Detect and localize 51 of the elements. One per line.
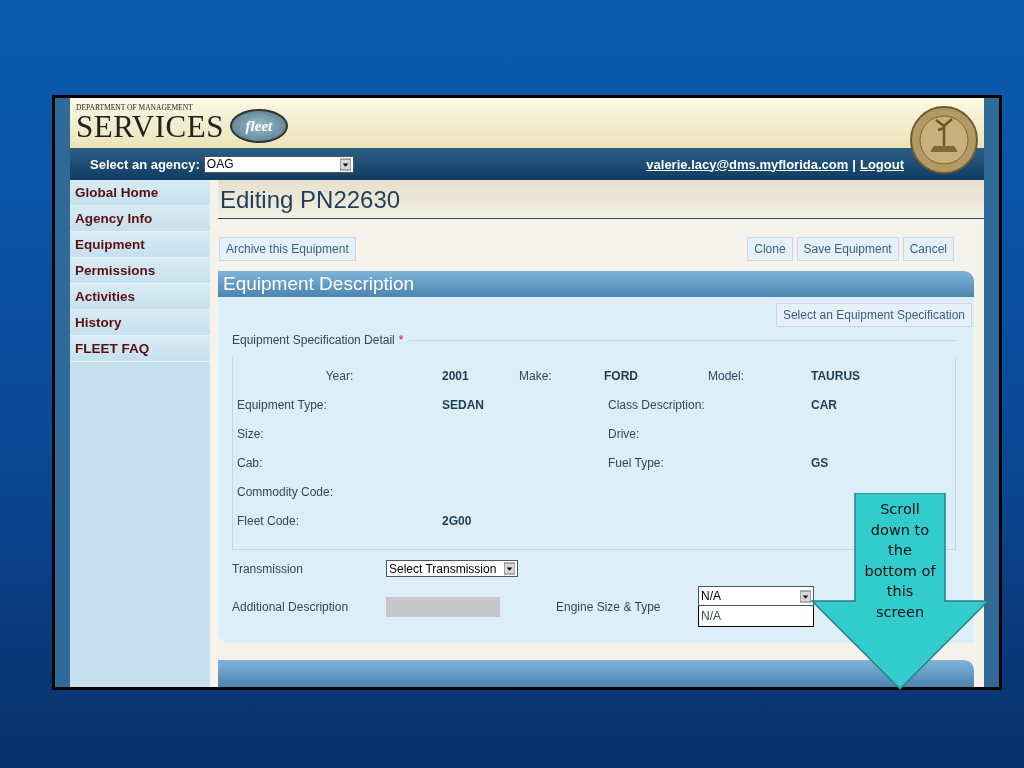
fleet-logo: fleet: [229, 109, 288, 143]
sidebar-item[interactable]: History: [70, 310, 210, 336]
dropdown-option[interactable]: N/A: [698, 606, 814, 628]
dropdown-arrow-icon: [504, 562, 515, 576]
field-value: FORD: [604, 367, 639, 385]
field-value: 2G00: [442, 512, 473, 530]
sidebar-item[interactable]: FLEET FAQ: [70, 336, 210, 362]
additional-description-label: Additional Description: [232, 599, 350, 614]
field-label: Commodity Code:: [236, 483, 335, 501]
field-label: Cab:: [236, 454, 264, 472]
field-label: Fleet Code:: [236, 512, 301, 530]
sidebar-item[interactable]: Activities: [70, 284, 210, 310]
logout-link[interactable]: Logout: [859, 156, 904, 172]
field-label: Fuel Type:: [607, 454, 665, 472]
field-value: CAR: [811, 396, 838, 414]
transmission-label: Transmission: [232, 561, 304, 576]
field-value: SEDAN: [442, 396, 485, 414]
field-value: TAURUS: [811, 367, 862, 385]
action-button[interactable]: Save Equipment: [796, 237, 899, 262]
field-label: Make:: [518, 367, 553, 385]
callout-text: Scroll down to the bottom of this screen: [863, 500, 937, 622]
required-mark: *: [398, 333, 404, 348]
field-label: Class Description:: [607, 396, 706, 414]
action-button[interactable]: Cancel: [902, 237, 954, 262]
field-value: 2001: [442, 367, 470, 385]
field-label: Drive:: [607, 425, 641, 443]
engine-label: Engine Size & Type: [556, 599, 662, 614]
field-label: Size:: [236, 425, 265, 443]
agency-select[interactable]: OAG: [203, 155, 354, 173]
transmission-select[interactable]: Select Transmission: [386, 560, 518, 578]
sidebar-item[interactable]: Equipment: [70, 232, 210, 258]
services-logo-text: SERVICES: [76, 111, 224, 143]
field-label: Equipment Type:: [236, 396, 328, 414]
sidebar-item[interactable]: Global Home: [70, 180, 210, 206]
user-email-link[interactable]: valerie.lacy@dms.myflorida.com: [646, 156, 849, 172]
sidebar-item[interactable]: Agency Info: [70, 206, 210, 232]
dropdown-arrow-icon: [800, 589, 811, 603]
agency-label: Select an agency:: [90, 156, 200, 172]
archive-button[interactable]: Archive this Equipment: [219, 237, 356, 262]
field-value: GS: [811, 454, 830, 472]
select-specification-button[interactable]: Select an Equipment Specification: [775, 303, 972, 328]
engine-select[interactable]: N/A: [698, 586, 814, 607]
page-title: Editing PN22630: [218, 180, 984, 220]
dropdown-arrow-icon: [339, 157, 351, 171]
separator: |: [852, 156, 856, 172]
field-label: Model:: [707, 367, 746, 385]
section-header: Equipment Description: [218, 271, 974, 298]
fieldset-legend: Equipment Specification Detail: [232, 333, 395, 348]
sidebar-item[interactable]: Permissions: [70, 258, 210, 284]
action-button[interactable]: Clone: [747, 237, 793, 262]
field-label: Year:: [324, 367, 355, 385]
